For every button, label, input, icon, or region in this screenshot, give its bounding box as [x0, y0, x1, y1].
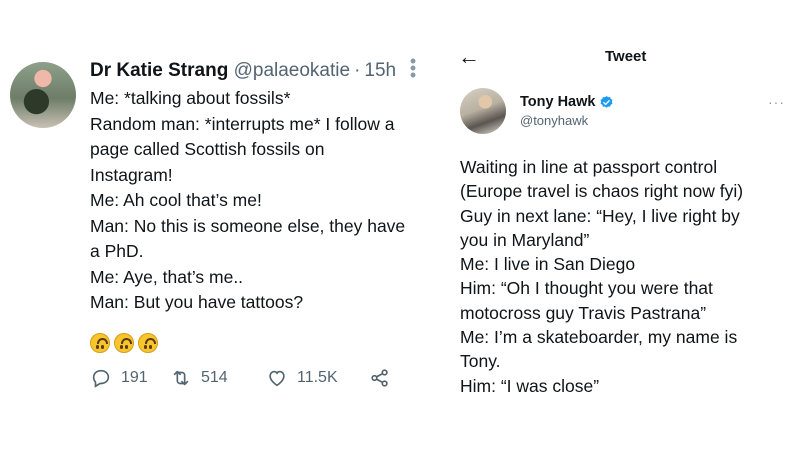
- author-name[interactable]: Dr Katie Strang: [90, 60, 228, 81]
- action-bar: 191 514 11.5K: [90, 367, 400, 389]
- tweet-line: Me: Aye, that’s me..: [90, 266, 244, 287]
- author-handle[interactable]: @tonyhawk: [520, 113, 588, 128]
- more-options-icon[interactable]: ···: [768, 94, 785, 110]
- upside-down-face-icon: [90, 333, 110, 353]
- reply-button[interactable]: 191: [90, 367, 170, 389]
- tweet-line: (Europe travel is chaos right now fyi): [460, 181, 744, 202]
- reply-icon: [92, 369, 110, 388]
- right-tweet: ← Tweet Tony Hawk @tonyhawk ··· Waiting …: [440, 0, 800, 450]
- avatar[interactable]: [460, 88, 506, 134]
- share-icon: [371, 369, 388, 387]
- upside-down-face-icon: [114, 333, 134, 353]
- tweet-line: Tony.: [460, 351, 501, 372]
- separator: ·: [354, 60, 361, 81]
- tweet-line: Waiting in line at passport control: [460, 157, 718, 177]
- author-name-row: Tony Hawk: [520, 94, 614, 110]
- tweet-line: Man: No this is someone else, they have: [90, 215, 406, 236]
- left-tweet: Dr Katie Strang @palaeokatie · 15h • • • Me:…: [0, 0, 440, 450]
- page-title: Tweet: [605, 48, 647, 65]
- tweet-line: Him: “Oh I thought you were that: [460, 278, 713, 299]
- tweet-line: Guy in next lane: “Hey, I live right by: [460, 205, 740, 226]
- tweet-line: Random man: *interrupts me* I follow a: [90, 113, 395, 134]
- author-handle[interactable]: @palaeokatie: [234, 60, 350, 81]
- tweet-line: Instagram!: [90, 164, 173, 185]
- emoji-row: [90, 333, 158, 353]
- reply-count: 191: [121, 369, 148, 386]
- verified-badge-icon: [601, 95, 613, 108]
- tweet-line: Me: Ah cool that’s me!: [90, 190, 262, 210]
- upside-down-face-icon: [138, 333, 158, 353]
- tweet-line: Me: I live in San Diego: [460, 254, 636, 275]
- tweet-line: Him: “I was close”: [460, 375, 600, 396]
- heart-icon: [269, 370, 285, 387]
- tweet-line: Me: *talking about fossils*: [90, 88, 291, 108]
- tweet-line: motocross guy Travis Pastrana”: [460, 302, 707, 323]
- tweet-line: Man: But you have tattoos?: [90, 292, 304, 312]
- tweet-text: Waiting in line at passport control (Eur…: [460, 155, 790, 398]
- more-options-icon[interactable]: • • •: [408, 52, 418, 84]
- tweet-header: Dr Katie Strang @palaeokatie · 15h: [90, 60, 396, 82]
- like-count: 11.5K: [297, 369, 338, 386]
- tweet-line: page called Scottish fossils on: [90, 139, 325, 159]
- tweet-line: a PhD.: [90, 241, 144, 261]
- share-button[interactable]: [369, 367, 400, 389]
- like-button[interactable]: 11.5K: [266, 367, 369, 389]
- retweet-count: 514: [201, 369, 228, 386]
- tweet-line: you in Maryland”: [460, 229, 590, 250]
- tweet-text: Me: *talking about fossils* Random man: …: [90, 86, 435, 316]
- back-arrow-icon[interactable]: ←: [458, 44, 480, 70]
- tweet-line: Me: I’m a skateboarder, my name is: [460, 327, 738, 348]
- avatar[interactable]: [10, 62, 76, 128]
- retweet-button[interactable]: 514: [170, 367, 266, 389]
- retweet-icon: [173, 370, 189, 386]
- timestamp[interactable]: 15h: [364, 60, 396, 81]
- author-name[interactable]: Tony Hawk: [520, 94, 595, 110]
